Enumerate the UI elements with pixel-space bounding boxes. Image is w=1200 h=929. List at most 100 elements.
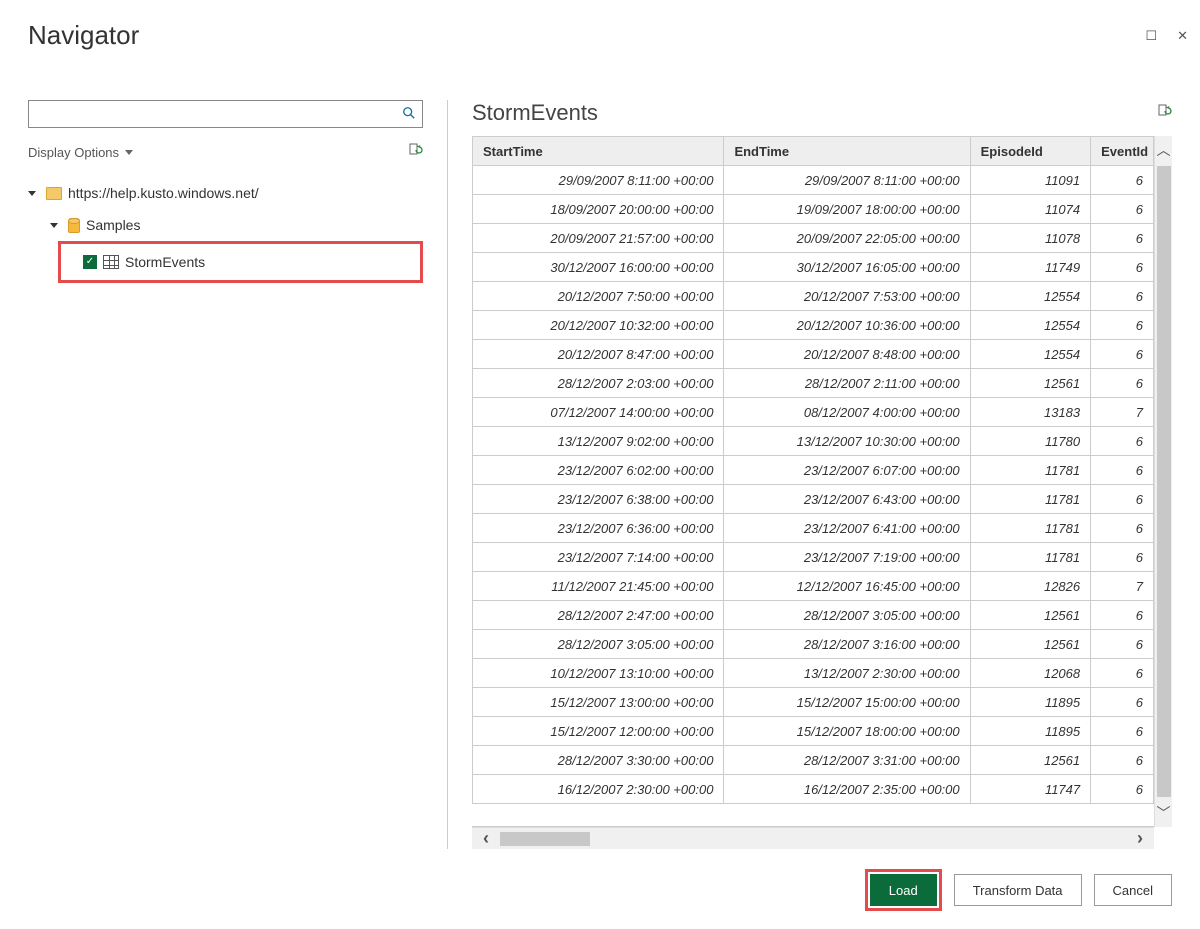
cell-starttime: 20/09/2007 21:57:00 +00:00 xyxy=(473,224,724,253)
cell-eventid: 6 xyxy=(1091,746,1154,775)
cell-episodeid: 12826 xyxy=(970,572,1090,601)
cell-starttime: 10/12/2007 13:10:00 +00:00 xyxy=(473,659,724,688)
cell-eventid: 6 xyxy=(1091,282,1154,311)
tree-node-database[interactable]: Samples xyxy=(28,209,423,241)
table-row[interactable]: 20/12/2007 10:32:00 +00:0020/12/2007 10:… xyxy=(473,311,1154,340)
display-options-dropdown[interactable]: Display Options xyxy=(28,145,133,160)
cancel-button[interactable]: Cancel xyxy=(1094,874,1172,906)
table-row[interactable]: 20/12/2007 8:47:00 +00:0020/12/2007 8:48… xyxy=(473,340,1154,369)
cell-eventid: 6 xyxy=(1091,630,1154,659)
col-header-eventid[interactable]: EventId xyxy=(1091,137,1154,166)
table-row[interactable]: 20/12/2007 7:50:00 +00:0020/12/2007 7:53… xyxy=(473,282,1154,311)
cell-starttime: 20/12/2007 10:32:00 +00:00 xyxy=(473,311,724,340)
cell-starttime: 11/12/2007 21:45:00 +00:00 xyxy=(473,572,724,601)
cell-endtime: 28/12/2007 3:31:00 +00:00 xyxy=(724,746,970,775)
scroll-thumb[interactable] xyxy=(500,832,590,846)
load-button-highlight: Load xyxy=(865,869,942,911)
table-row[interactable]: 29/09/2007 8:11:00 +00:0029/09/2007 8:11… xyxy=(473,166,1154,195)
folder-icon xyxy=(46,187,62,200)
table-row[interactable]: 07/12/2007 14:00:00 +00:0008/12/2007 4:0… xyxy=(473,398,1154,427)
table-row[interactable]: 15/12/2007 12:00:00 +00:0015/12/2007 18:… xyxy=(473,717,1154,746)
cell-endtime: 29/09/2007 8:11:00 +00:00 xyxy=(724,166,970,195)
refresh-icon[interactable] xyxy=(407,142,423,163)
table-row[interactable]: 15/12/2007 13:00:00 +00:0015/12/2007 15:… xyxy=(473,688,1154,717)
cell-starttime: 28/12/2007 2:47:00 +00:00 xyxy=(473,601,724,630)
tree-node-table-highlight: ✓ StormEvents xyxy=(58,241,423,283)
cell-episodeid: 11781 xyxy=(970,485,1090,514)
search-icon[interactable] xyxy=(402,106,416,123)
cell-eventid: 6 xyxy=(1091,456,1154,485)
cell-endtime: 08/12/2007 4:00:00 +00:00 xyxy=(724,398,970,427)
cell-eventid: 6 xyxy=(1091,166,1154,195)
preview-table[interactable]: StartTime EndTime EpisodeId EventId 29/0… xyxy=(472,136,1154,804)
scroll-right-icon[interactable]: › xyxy=(1126,828,1154,849)
cell-endtime: 20/12/2007 7:53:00 +00:00 xyxy=(724,282,970,311)
cell-endtime: 28/12/2007 3:16:00 +00:00 xyxy=(724,630,970,659)
close-icon[interactable]: ✕ xyxy=(1177,28,1188,44)
tree-node-connection[interactable]: https://help.kusto.windows.net/ xyxy=(28,177,423,209)
col-header-episodeid[interactable]: EpisodeId xyxy=(970,137,1090,166)
cell-endtime: 20/12/2007 8:48:00 +00:00 xyxy=(724,340,970,369)
transform-data-button[interactable]: Transform Data xyxy=(954,874,1082,906)
tree-node-label: StormEvents xyxy=(125,254,205,270)
col-header-starttime[interactable]: StartTime xyxy=(473,137,724,166)
cell-eventid: 6 xyxy=(1091,601,1154,630)
cell-starttime: 28/12/2007 2:03:00 +00:00 xyxy=(473,369,724,398)
table-row[interactable]: 16/12/2007 2:30:00 +00:0016/12/2007 2:35… xyxy=(473,775,1154,804)
table-row[interactable]: 28/12/2007 2:47:00 +00:0028/12/2007 3:05… xyxy=(473,601,1154,630)
table-row[interactable]: 28/12/2007 2:03:00 +00:0028/12/2007 2:11… xyxy=(473,369,1154,398)
cell-starttime: 29/09/2007 8:11:00 +00:00 xyxy=(473,166,724,195)
cell-eventid: 6 xyxy=(1091,717,1154,746)
table-row[interactable]: 10/12/2007 13:10:00 +00:0013/12/2007 2:3… xyxy=(473,659,1154,688)
table-row[interactable]: 18/09/2007 20:00:00 +00:0019/09/2007 18:… xyxy=(473,195,1154,224)
cell-starttime: 20/12/2007 7:50:00 +00:00 xyxy=(473,282,724,311)
cell-episodeid: 12561 xyxy=(970,746,1090,775)
scroll-thumb[interactable] xyxy=(1157,166,1171,797)
table-row[interactable]: 20/09/2007 21:57:00 +00:0020/09/2007 22:… xyxy=(473,224,1154,253)
cell-endtime: 13/12/2007 10:30:00 +00:00 xyxy=(724,427,970,456)
cell-endtime: 16/12/2007 2:35:00 +00:00 xyxy=(724,775,970,804)
cell-eventid: 6 xyxy=(1091,253,1154,282)
caret-icon xyxy=(50,223,58,228)
scroll-left-icon[interactable]: ‹ xyxy=(472,828,500,849)
cell-episodeid: 11747 xyxy=(970,775,1090,804)
cell-eventid: 6 xyxy=(1091,340,1154,369)
cell-eventid: 7 xyxy=(1091,398,1154,427)
cell-endtime: 13/12/2007 2:30:00 +00:00 xyxy=(724,659,970,688)
tree-node-table[interactable]: ✓ StormEvents xyxy=(71,246,416,278)
cell-eventid: 6 xyxy=(1091,427,1154,456)
table-row[interactable]: 23/12/2007 6:38:00 +00:0023/12/2007 6:43… xyxy=(473,485,1154,514)
maximize-icon[interactable]: ☐ xyxy=(1145,28,1157,44)
load-button[interactable]: Load xyxy=(870,874,937,906)
checkbox-checked-icon[interactable]: ✓ xyxy=(83,255,97,269)
tree-node-label: https://help.kusto.windows.net/ xyxy=(68,185,259,201)
dialog-footer: Load Transform Data Cancel xyxy=(865,869,1172,911)
cell-starttime: 20/12/2007 8:47:00 +00:00 xyxy=(473,340,724,369)
cell-episodeid: 12561 xyxy=(970,369,1090,398)
table-row[interactable]: 23/12/2007 6:36:00 +00:0023/12/2007 6:41… xyxy=(473,514,1154,543)
cell-endtime: 28/12/2007 2:11:00 +00:00 xyxy=(724,369,970,398)
table-row[interactable]: 28/12/2007 3:05:00 +00:0028/12/2007 3:16… xyxy=(473,630,1154,659)
cell-eventid: 6 xyxy=(1091,659,1154,688)
scroll-down-icon[interactable]: ﹀ xyxy=(1155,799,1172,827)
table-row[interactable]: 28/12/2007 3:30:00 +00:0028/12/2007 3:31… xyxy=(473,746,1154,775)
cell-episodeid: 12561 xyxy=(970,601,1090,630)
cell-episodeid: 12554 xyxy=(970,340,1090,369)
table-row[interactable]: 23/12/2007 7:14:00 +00:0023/12/2007 7:19… xyxy=(473,543,1154,572)
vertical-scrollbar[interactable]: ︿ ﹀ xyxy=(1154,136,1172,827)
table-row[interactable]: 13/12/2007 9:02:00 +00:0013/12/2007 10:3… xyxy=(473,427,1154,456)
cell-episodeid: 13183 xyxy=(970,398,1090,427)
cell-episodeid: 11780 xyxy=(970,427,1090,456)
preview-refresh-icon[interactable] xyxy=(1156,103,1172,124)
scroll-up-icon[interactable]: ︿ xyxy=(1155,136,1172,164)
cell-starttime: 07/12/2007 14:00:00 +00:00 xyxy=(473,398,724,427)
horizontal-scrollbar[interactable]: ‹ › xyxy=(472,827,1154,849)
col-header-endtime[interactable]: EndTime xyxy=(724,137,970,166)
table-row[interactable]: 23/12/2007 6:02:00 +00:0023/12/2007 6:07… xyxy=(473,456,1154,485)
table-row[interactable]: 11/12/2007 21:45:00 +00:0012/12/2007 16:… xyxy=(473,572,1154,601)
search-input[interactable] xyxy=(35,106,402,123)
cell-episodeid: 12554 xyxy=(970,311,1090,340)
cell-eventid: 6 xyxy=(1091,775,1154,804)
table-row[interactable]: 30/12/2007 16:00:00 +00:0030/12/2007 16:… xyxy=(473,253,1154,282)
search-input-wrapper[interactable] xyxy=(28,100,423,128)
